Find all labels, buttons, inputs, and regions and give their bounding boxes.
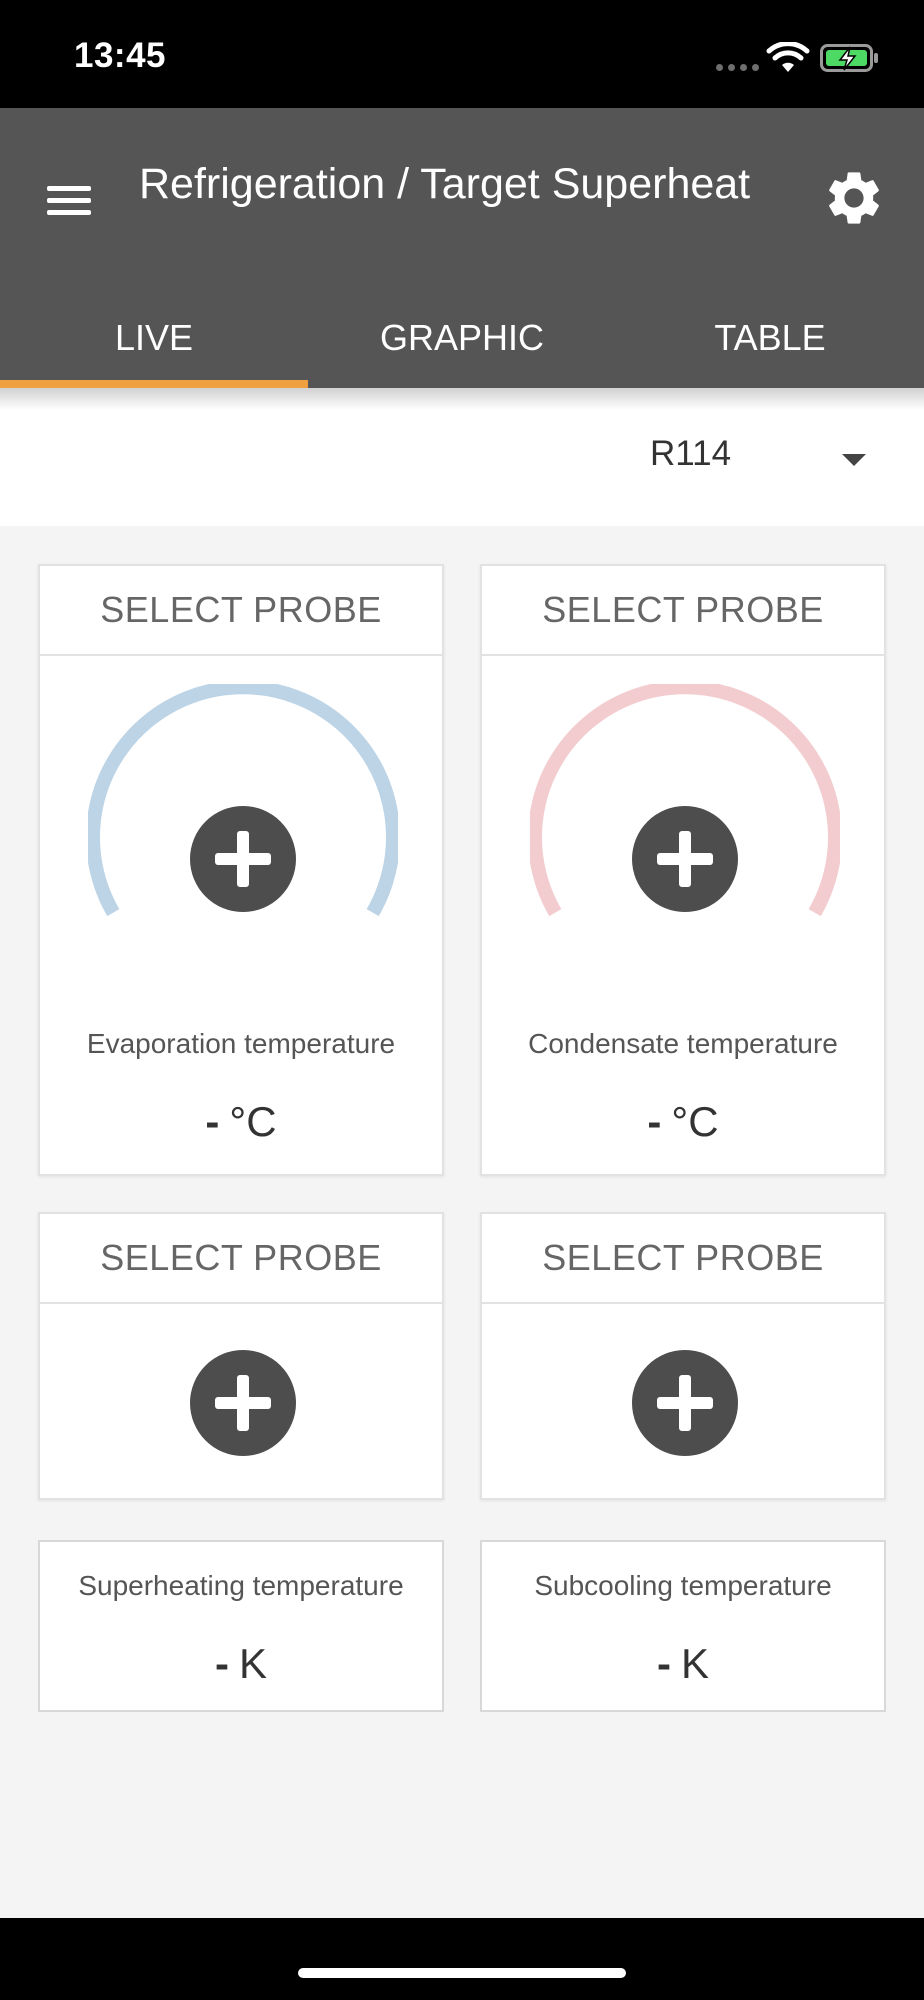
tab-live-label: LIVE <box>114 317 194 358</box>
bottom-bar <box>0 1918 924 2000</box>
select-probe-button[interactable]: SELECT PROBE <box>40 566 442 656</box>
probe-card-4: SELECT PROBE <box>480 1212 886 1500</box>
result-label: Subcooling temperature <box>534 1570 832 1601</box>
result-value-unit: K <box>238 1640 267 1687</box>
superheating-card: Superheating temperature -K <box>38 1540 444 1712</box>
probe-card-evaporation: SELECT PROBE Evaporation temperature - °C <box>38 564 444 1176</box>
result-value-number: - <box>656 1640 671 1687</box>
chevron-down-icon[interactable] <box>842 454 866 466</box>
add-probe-button[interactable] <box>190 1350 296 1456</box>
result-value-number: - <box>214 1640 229 1687</box>
result-label: Superheating temperature <box>78 1570 404 1601</box>
tab-table-label: TABLE <box>714 317 826 358</box>
select-probe-button[interactable]: SELECT PROBE <box>482 1214 884 1304</box>
refrigerant-select[interactable]: R114 <box>650 434 731 474</box>
tab-table[interactable]: TABLE <box>616 288 924 388</box>
status-bar: 13:45 <box>0 0 924 108</box>
tab-bar: LIVE GRAPHIC TABLE <box>0 288 924 388</box>
result-value: -K <box>482 1640 884 1688</box>
probe-value: - °C <box>482 1098 884 1146</box>
subcooling-card: Subcooling temperature -K <box>480 1540 886 1712</box>
probe-value-unit: °C <box>671 1098 719 1145</box>
home-indicator[interactable] <box>298 1968 626 1978</box>
wifi-icon <box>766 42 810 72</box>
probe-card-condensate: SELECT PROBE Condensate temperature - °C <box>480 564 886 1176</box>
probe-card-3: SELECT PROBE <box>38 1212 444 1500</box>
menu-icon[interactable] <box>40 168 100 228</box>
probe-label: Evaporation temperature <box>86 1028 396 1059</box>
tab-graphic-label: GRAPHIC <box>379 317 545 358</box>
probe-label: Condensate temperature <box>528 1028 838 1059</box>
result-value-unit: K <box>680 1640 709 1687</box>
add-probe-button[interactable] <box>190 806 296 912</box>
gear-icon[interactable] <box>822 166 886 230</box>
add-probe-button[interactable] <box>632 806 738 912</box>
select-probe-button[interactable]: SELECT PROBE <box>40 1214 442 1304</box>
status-time: 13:45 <box>74 36 167 75</box>
app-bar-shadow <box>0 388 924 410</box>
probe-value-number: - <box>647 1098 662 1145</box>
probe-value: - °C <box>40 1098 442 1146</box>
tab-live[interactable]: LIVE <box>0 288 308 388</box>
result-value: -K <box>40 1640 442 1688</box>
probe-value-unit: °C <box>229 1098 277 1145</box>
app-bar: Refrigeration / Target Superheat LIVE GR… <box>0 108 924 388</box>
cellular-signal-icon <box>716 64 759 71</box>
select-probe-button[interactable]: SELECT PROBE <box>482 566 884 656</box>
tab-graphic[interactable]: GRAPHIC <box>308 288 616 388</box>
probe-value-number: - <box>205 1098 220 1145</box>
battery-charging-icon <box>820 44 878 72</box>
page-title: Refrigeration / Target Superheat <box>139 160 751 208</box>
add-probe-button[interactable] <box>632 1350 738 1456</box>
